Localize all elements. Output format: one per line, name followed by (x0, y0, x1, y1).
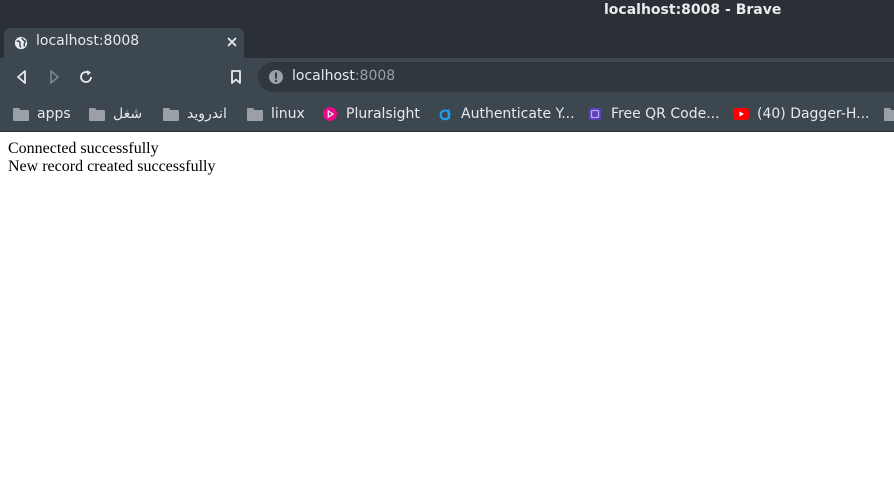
status-line-connected: Connected successfully (8, 140, 159, 157)
folder-icon (884, 108, 894, 121)
bookmark-label: apps (37, 106, 71, 122)
address-bar[interactable]: localhost:8008 (258, 62, 894, 92)
bookmark-authenticate[interactable]: Authenticate Y... (437, 104, 575, 124)
site-info-icon[interactable] (268, 69, 284, 85)
back-icon[interactable] (13, 68, 31, 86)
bookmark-label: شغل (113, 106, 143, 122)
tab-title: localhost:8008 (36, 33, 140, 49)
status-line-record-created: New record created successfully (8, 158, 216, 175)
bookmark-label: اندروید (187, 106, 227, 122)
folder-icon (89, 108, 105, 121)
pluralsight-icon (323, 107, 337, 121)
reload-icon[interactable] (77, 68, 95, 86)
bookmark-pluralsight[interactable]: Pluralsight (322, 104, 420, 124)
tab-active[interactable]: localhost:8008 (4, 28, 244, 58)
window-title: localhost:8008 - Brave (604, 2, 782, 18)
bookmark-linux[interactable]: linux (247, 104, 305, 124)
folder-icon (13, 108, 29, 121)
bookmark-overflow-folder[interactable] (884, 104, 894, 124)
bookmark-folder-3[interactable]: اندروید (163, 104, 227, 124)
bookmark-folder-2[interactable]: شغل (89, 104, 142, 124)
tab-strip: localhost:8008 (0, 24, 894, 71)
title-bar: localhost:8008 - Brave (0, 0, 894, 24)
bookmark-label: Authenticate Y... (461, 106, 575, 122)
bookmark-label: Pluralsight (346, 106, 420, 122)
bookmark-youtube[interactable]: (40) Dagger-H... (733, 104, 869, 124)
bookmarks-bar: apps شغل اندروید linux Pluralsight Authe… (0, 96, 894, 132)
globe-icon (14, 36, 28, 50)
forward-icon[interactable] (45, 68, 63, 86)
youtube-icon (733, 108, 749, 120)
bookmark-label: (40) Dagger-H... (757, 106, 870, 122)
auth-icon (439, 109, 451, 121)
bookmark-icon[interactable] (227, 68, 245, 86)
bookmark-qr-code[interactable]: Free QR Code... (587, 104, 720, 124)
toolbar: localhost:8008 (0, 58, 894, 96)
bookmark-apps[interactable]: apps (13, 104, 71, 124)
qr-icon (588, 107, 602, 121)
bookmark-label: Free QR Code... (611, 106, 720, 122)
folder-icon (163, 108, 179, 121)
url-host: localhost (292, 68, 355, 84)
url-port: :8008 (354, 68, 396, 84)
folder-icon (247, 108, 263, 121)
bookmark-label: linux (271, 106, 305, 122)
page-content: Connected successfully New record create… (8, 140, 215, 176)
url-text: localhost:8008 (292, 68, 395, 84)
close-icon[interactable] (224, 34, 240, 50)
